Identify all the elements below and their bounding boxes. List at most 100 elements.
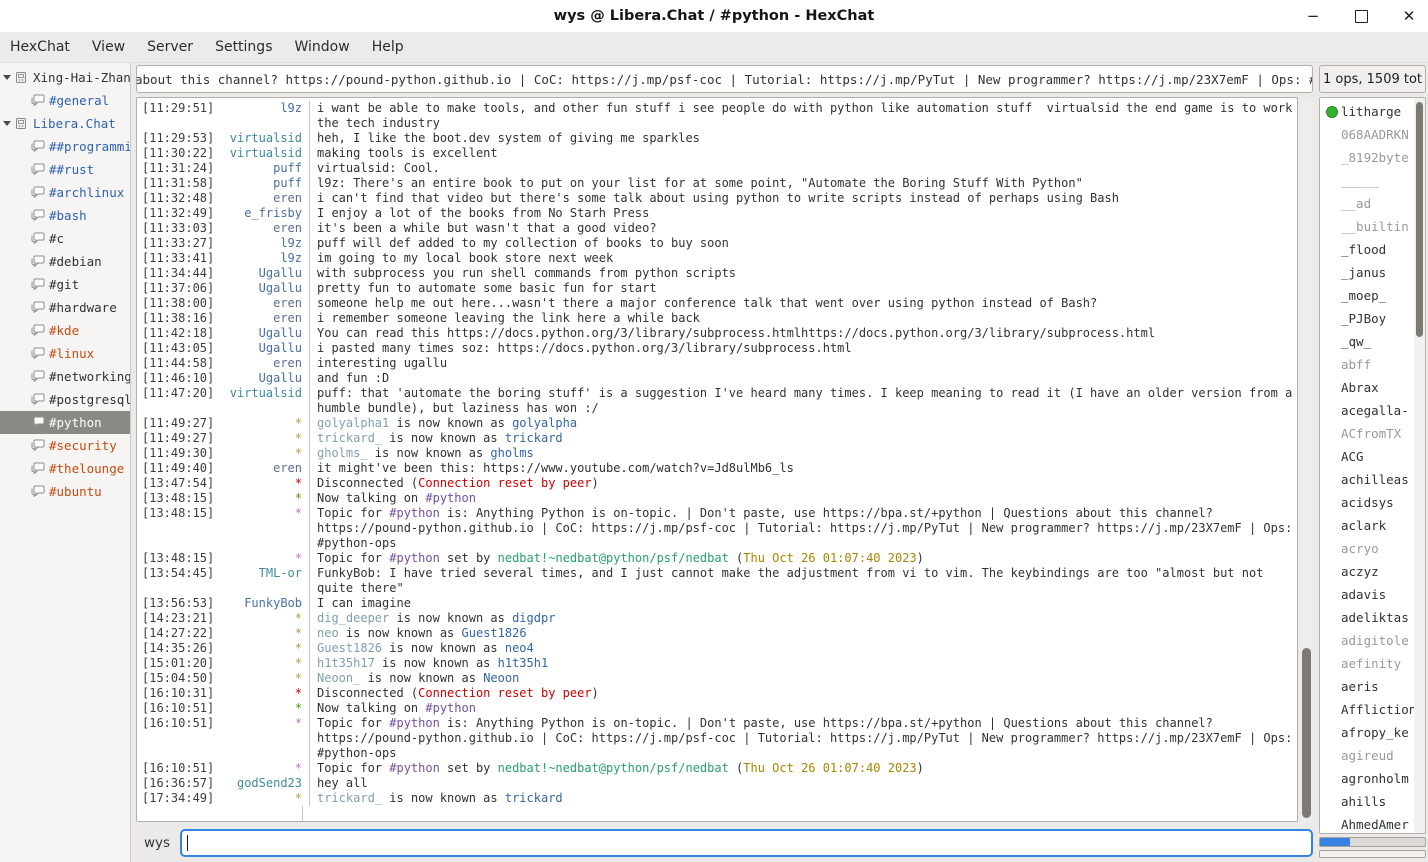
sidebar-item-label: #networking bbox=[49, 369, 130, 384]
sidebar-item-label: #thelounge bbox=[49, 461, 124, 476]
sidebar-item-libera-chat[interactable]: Libera.Chat bbox=[0, 112, 130, 135]
user-list-item[interactable]: acryo bbox=[1324, 537, 1414, 560]
message-text: Disconnected (Connection reset by peer) bbox=[309, 686, 1297, 701]
minimize-button[interactable]: − bbox=[1304, 7, 1322, 25]
chat-filler bbox=[142, 806, 1297, 821]
user-list-item[interactable]: 068AADRKN bbox=[1324, 123, 1414, 146]
lag-meter bbox=[1319, 837, 1426, 847]
sidebar-item-kde[interactable]: #kde bbox=[0, 319, 130, 342]
user-list-item[interactable]: _moep_ bbox=[1324, 284, 1414, 307]
topic-text: about this channel? https://pound-python… bbox=[136, 72, 1313, 87]
user-list-item[interactable]: _janus bbox=[1324, 261, 1414, 284]
user-list-item[interactable]: Affliction bbox=[1324, 698, 1414, 721]
user-nick: aeris bbox=[1341, 679, 1379, 694]
menu-settings[interactable]: Settings bbox=[215, 39, 272, 55]
sidebar-item-c[interactable]: #c bbox=[0, 227, 130, 250]
chat-scrollbar-thumb[interactable] bbox=[1302, 648, 1311, 818]
user-list-item[interactable]: _____ bbox=[1324, 169, 1414, 192]
close-button[interactable]: ✕ bbox=[1400, 7, 1418, 25]
user-list-item[interactable]: adeliktas bbox=[1324, 606, 1414, 629]
sidebar-item-rust[interactable]: ##rust bbox=[0, 158, 130, 181]
chat-bubbles-icon bbox=[30, 163, 48, 176]
chan: #python bbox=[389, 716, 440, 730]
user-list-item[interactable]: Abrax bbox=[1324, 376, 1414, 399]
sidebar-item-xing-hai-zhan[interactable]: Xing-Hai-Zhan bbox=[0, 66, 130, 89]
user-list-item[interactable]: adavis bbox=[1324, 583, 1414, 606]
user-list-item[interactable]: ACfromTX bbox=[1324, 422, 1414, 445]
titlebar: wys @ Libera.Chat / #python - HexChat − … bbox=[0, 0, 1428, 32]
sidebar-item-python[interactable]: #python bbox=[0, 411, 130, 434]
user-list-item[interactable]: _PJBoy bbox=[1324, 307, 1414, 330]
userlist-scrollbar-thumb[interactable] bbox=[1416, 102, 1423, 337]
menu-window[interactable]: Window bbox=[294, 39, 349, 55]
user-list-item[interactable]: _8192byte bbox=[1324, 146, 1414, 169]
sidebar-item-hardware[interactable]: #hardware bbox=[0, 296, 130, 319]
user-list-item[interactable]: _qw_ bbox=[1324, 330, 1414, 353]
chat-line: [11:29:51]l9zi want be able to make tool… bbox=[142, 101, 1297, 131]
message-text: interesting ugallu bbox=[309, 356, 1297, 371]
nick: * bbox=[218, 701, 309, 716]
oldnick: neo bbox=[317, 626, 339, 640]
user-nick: abff bbox=[1341, 357, 1371, 372]
timestamp: [13:48:15] bbox=[142, 506, 218, 521]
menu-help[interactable]: Help bbox=[372, 39, 404, 55]
user-list-item[interactable]: abff bbox=[1324, 353, 1414, 376]
user-list-item[interactable]: ahills bbox=[1324, 790, 1414, 813]
user-list-item[interactable]: _flood bbox=[1324, 238, 1414, 261]
sidebar-item-debian[interactable]: #debian bbox=[0, 250, 130, 273]
user-list-item[interactable]: achilleas bbox=[1324, 468, 1414, 491]
user-list-item[interactable]: agronholm bbox=[1324, 767, 1414, 790]
user-list-item[interactable]: aczyz bbox=[1324, 560, 1414, 583]
sidebar-item-security[interactable]: #security bbox=[0, 434, 130, 457]
nick: l9z bbox=[218, 236, 309, 251]
user-list-item[interactable]: aeris bbox=[1324, 675, 1414, 698]
menu-server[interactable]: Server bbox=[147, 39, 193, 55]
sidebar-item-linux[interactable]: #linux bbox=[0, 342, 130, 365]
menu-view[interactable]: View bbox=[92, 39, 125, 55]
chat-bubbles-icon bbox=[30, 186, 48, 199]
user-list-item[interactable]: __ad bbox=[1324, 192, 1414, 215]
user-list-item[interactable]: acegalla- bbox=[1324, 399, 1414, 422]
sidebar-item-networking[interactable]: #networking bbox=[0, 365, 130, 388]
maximize-button[interactable] bbox=[1352, 7, 1370, 25]
chat-line: [14:27:22]*neo is now known as Guest1826 bbox=[142, 626, 1297, 641]
chat-line: [13:48:15]*Now talking on #python bbox=[142, 491, 1297, 506]
menu-hexchat[interactable]: HexChat bbox=[10, 39, 70, 55]
sidebar-item-thelounge[interactable]: #thelounge bbox=[0, 457, 130, 480]
user-list-item[interactable]: afropy_ke bbox=[1324, 721, 1414, 744]
timestamp: [11:44:58] bbox=[142, 356, 218, 371]
sidebar-item-general[interactable]: #general bbox=[0, 89, 130, 112]
sidebar-item-bash[interactable]: #bash bbox=[0, 204, 130, 227]
sidebar-item-programming[interactable]: ##programming bbox=[0, 135, 130, 158]
timestamp: [11:43:05] bbox=[142, 341, 218, 356]
user-list-item[interactable]: AhmedAmer bbox=[1324, 813, 1414, 833]
chat-scrollbar[interactable] bbox=[1300, 97, 1313, 822]
sidebar-item-git[interactable]: #git bbox=[0, 273, 130, 296]
user-nick: litharge bbox=[1341, 104, 1401, 119]
sidebar-item-ubuntu[interactable]: #ubuntu bbox=[0, 480, 130, 503]
userlist-scrollbar[interactable] bbox=[1414, 98, 1425, 833]
throttle-meter bbox=[1319, 850, 1426, 858]
user-list-item[interactable]: aefinity bbox=[1324, 652, 1414, 675]
sidebar-item-archlinux[interactable]: #archlinux bbox=[0, 181, 130, 204]
chat-line: [11:46:10]Ugalluand fun :D bbox=[142, 371, 1297, 386]
topic-bar[interactable]: about this channel? https://pound-python… bbox=[136, 65, 1313, 93]
user-list-item[interactable]: litharge bbox=[1324, 100, 1414, 123]
user-list-item[interactable]: agireud bbox=[1324, 744, 1414, 767]
chat-bubbles-icon bbox=[30, 416, 48, 429]
user-list-item[interactable]: aclark bbox=[1324, 514, 1414, 537]
nick: puff bbox=[218, 161, 309, 176]
chevron-down-icon[interactable] bbox=[0, 75, 14, 80]
user-list-item[interactable]: adigitole bbox=[1324, 629, 1414, 652]
sidebar-item-postgresql[interactable]: #postgresql bbox=[0, 388, 130, 411]
user-list-item[interactable]: __builtin bbox=[1324, 215, 1414, 238]
red: Connection reset by peer bbox=[418, 476, 591, 490]
timestamp: [11:38:00] bbox=[142, 296, 218, 311]
message-input[interactable] bbox=[180, 829, 1313, 857]
chevron-down-icon[interactable] bbox=[0, 121, 14, 126]
green-dot-icon bbox=[1326, 106, 1338, 118]
user-list-item[interactable]: ACG bbox=[1324, 445, 1414, 468]
user-list-item[interactable]: acidsys bbox=[1324, 491, 1414, 514]
message-text: trickard_ is now known as trickard bbox=[309, 791, 1297, 806]
user-nick: aczyz bbox=[1341, 564, 1379, 579]
